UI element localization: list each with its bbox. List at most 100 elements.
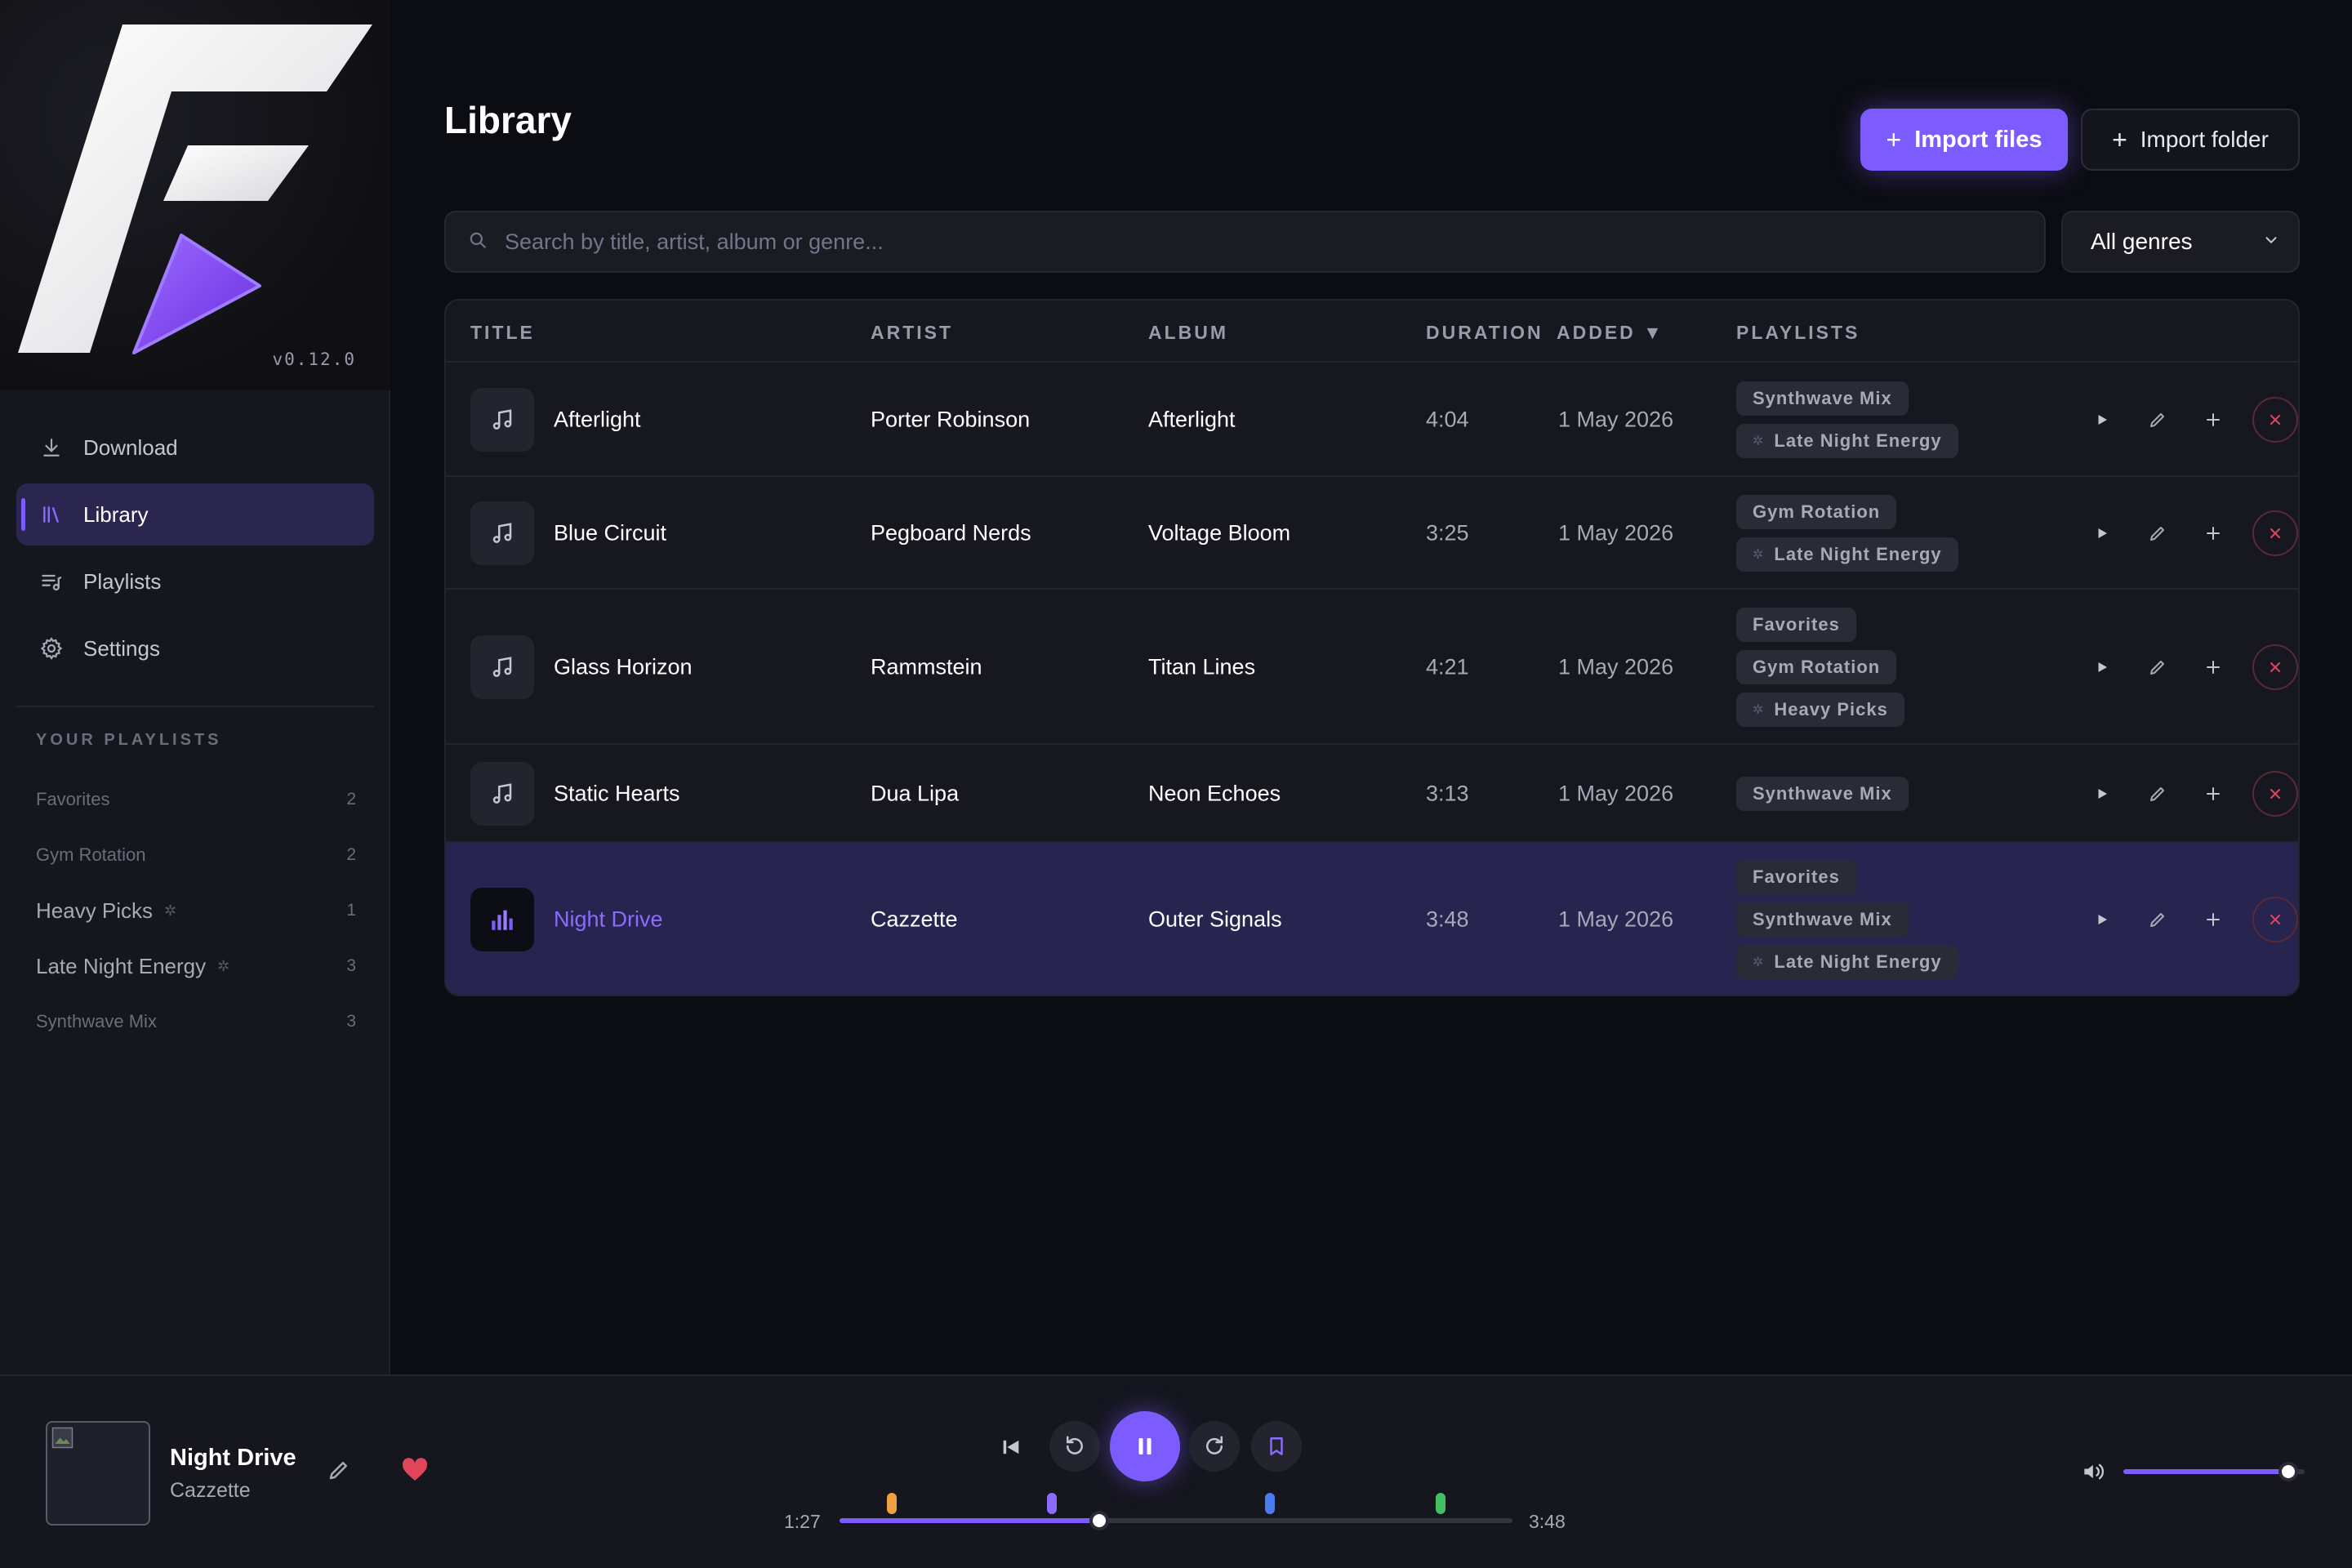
- import-folder-button[interactable]: + Import folder: [2081, 109, 2300, 171]
- nav-library[interactable]: Library: [16, 483, 374, 546]
- pencil-icon: [2150, 661, 2164, 675]
- nav-download[interactable]: Download: [16, 416, 374, 479]
- nav-settings-label: Settings: [83, 635, 160, 661]
- smart-playlist-icon: ✲: [1753, 434, 1765, 448]
- now-playing-title: Night Drive: [170, 1445, 296, 1471]
- play-track-button[interactable]: [2079, 510, 2125, 556]
- playlist-tag-label: Late Night Energy: [1774, 544, 1942, 564]
- table-row[interactable]: Glass Horizon Rammstein Titan Lines 4:21…: [446, 590, 2298, 745]
- playlist-tag: ✲ Late Night Energy: [1736, 537, 1958, 572]
- volume-slider[interactable]: [2123, 1469, 2305, 1474]
- track-thumbnail: [470, 635, 534, 699]
- playlist-tag: Favorites: [1736, 860, 1856, 894]
- add-to-playlist-button[interactable]: [2190, 771, 2236, 817]
- track-title: Night Drive: [554, 906, 663, 932]
- edit-track-button[interactable]: [2135, 397, 2180, 443]
- progress-handle[interactable]: [1089, 1511, 1110, 1530]
- track-title: Blue Circuit: [554, 520, 667, 546]
- bookmark-button[interactable]: [1251, 1421, 1302, 1472]
- like-button[interactable]: [400, 1454, 430, 1486]
- sidebar-playlist-gym-rotation[interactable]: Gym Rotation 2: [36, 827, 356, 883]
- track-title: Static Hearts: [554, 781, 680, 806]
- sidebar-playlist-heavy-picks[interactable]: Heavy Picks ✲ 1: [36, 883, 356, 938]
- search-input[interactable]: [505, 229, 1975, 255]
- sidebar-playlist-synthwave-mix[interactable]: Synthwave Mix 3: [36, 994, 356, 1049]
- play-pause-button[interactable]: [1110, 1411, 1180, 1481]
- rewind-icon: [1067, 1436, 1083, 1454]
- track-duration: 3:13: [1426, 781, 1469, 806]
- table-row[interactable]: Night Drive Cazzette Outer Signals 3:48 …: [446, 843, 2298, 995]
- play-track-button[interactable]: [2079, 644, 2125, 690]
- table-row[interactable]: Blue Circuit Pegboard Nerds Voltage Bloo…: [446, 477, 2298, 590]
- column-title[interactable]: TITLE: [470, 322, 535, 344]
- column-album[interactable]: ALBUM: [1148, 322, 1228, 344]
- broken-image-icon: [51, 1427, 74, 1449]
- nav-settings[interactable]: Settings: [16, 617, 374, 679]
- play-track-button[interactable]: [2079, 771, 2125, 817]
- edit-track-button[interactable]: [2135, 510, 2180, 556]
- table-row[interactable]: Static Hearts Dua Lipa Neon Echoes 3:13 …: [446, 745, 2298, 843]
- track-thumbnail: [470, 888, 534, 951]
- genre-select[interactable]: All genres: [2061, 211, 2300, 273]
- table-header: TITLE ARTIST ALBUM DURATION ADDED ▼ PLAY…: [446, 301, 2298, 363]
- sidebar-playlist-late-night-energy[interactable]: Late Night Energy ✲ 3: [36, 938, 356, 994]
- play-track-button[interactable]: [2079, 397, 2125, 443]
- previous-button[interactable]: [995, 1431, 1027, 1463]
- import-files-button[interactable]: + Import files: [1860, 109, 2068, 171]
- column-artist[interactable]: ARTIST: [871, 322, 953, 344]
- page-title: Library: [444, 99, 572, 141]
- track-duration: 4:21: [1426, 654, 1469, 679]
- cue-marker[interactable]: [1046, 1493, 1057, 1514]
- delete-track-button[interactable]: [2252, 644, 2298, 690]
- track-artist: Porter Robinson: [871, 407, 1031, 432]
- playlist-tag: ✲ Late Night Energy: [1736, 424, 1958, 458]
- volume-button[interactable]: [2078, 1457, 2110, 1486]
- forward-button[interactable]: [1189, 1421, 1240, 1472]
- search-icon: [467, 229, 488, 255]
- delete-track-button[interactable]: [2252, 771, 2298, 817]
- delete-track-button[interactable]: [2252, 397, 2298, 443]
- edit-track-button[interactable]: [2135, 644, 2180, 690]
- delete-track-button[interactable]: [2252, 510, 2298, 556]
- sidebar-divider: [16, 706, 374, 707]
- add-to-playlist-button[interactable]: [2190, 644, 2236, 690]
- track-added: 1 May 2026: [1558, 520, 1674, 546]
- genre-select-value: All genres: [2091, 229, 2193, 254]
- edit-track-button[interactable]: [327, 1458, 351, 1486]
- playlist-name: Heavy Picks: [36, 898, 154, 923]
- track-playlists: Favorites Synthwave Mix ✲ Late Night Energy: [1736, 860, 1958, 979]
- close-icon: [2270, 528, 2280, 538]
- track-artist: Dua Lipa: [871, 781, 960, 806]
- volume-handle[interactable]: [2278, 1462, 2299, 1481]
- rewind-button[interactable]: [1049, 1421, 1100, 1472]
- library-icon: [38, 501, 65, 528]
- delete-track-button[interactable]: [2252, 897, 2298, 942]
- add-to-playlist-button[interactable]: [2190, 397, 2236, 443]
- cue-marker[interactable]: [887, 1493, 898, 1514]
- play-track-button[interactable]: [2079, 897, 2125, 942]
- cue-marker[interactable]: [1265, 1493, 1276, 1514]
- track-album: Outer Signals: [1148, 906, 1282, 932]
- progress-fill: [840, 1518, 1100, 1523]
- edit-track-button[interactable]: [2135, 771, 2180, 817]
- app-logo: v0.12.0: [0, 0, 390, 390]
- column-added[interactable]: ADDED ▼: [1557, 322, 1664, 344]
- nav-playlists[interactable]: Playlists: [16, 550, 374, 612]
- table-row[interactable]: Afterlight Porter Robinson Afterlight 4:…: [446, 363, 2298, 477]
- playlist-count: 3: [346, 1012, 356, 1031]
- cue-marker[interactable]: [1435, 1493, 1446, 1514]
- playlist-tag: Synthwave Mix: [1736, 777, 1909, 811]
- column-duration[interactable]: DURATION: [1426, 322, 1544, 344]
- track-artist: Rammstein: [871, 654, 982, 679]
- track-album: Voltage Bloom: [1148, 520, 1291, 546]
- pencil-icon: [2150, 787, 2164, 801]
- play-icon: [2098, 528, 2107, 538]
- add-to-playlist-button[interactable]: [2190, 510, 2236, 556]
- edit-track-button[interactable]: [2135, 897, 2180, 942]
- pencil-icon: [2150, 527, 2164, 541]
- sidebar-playlist-favorites[interactable]: Favorites 2: [36, 772, 356, 827]
- music-note-icon: [492, 783, 512, 804]
- track-playlists: Synthwave Mix: [1736, 777, 1909, 811]
- progress-bar[interactable]: [840, 1518, 1512, 1523]
- add-to-playlist-button[interactable]: [2190, 897, 2236, 942]
